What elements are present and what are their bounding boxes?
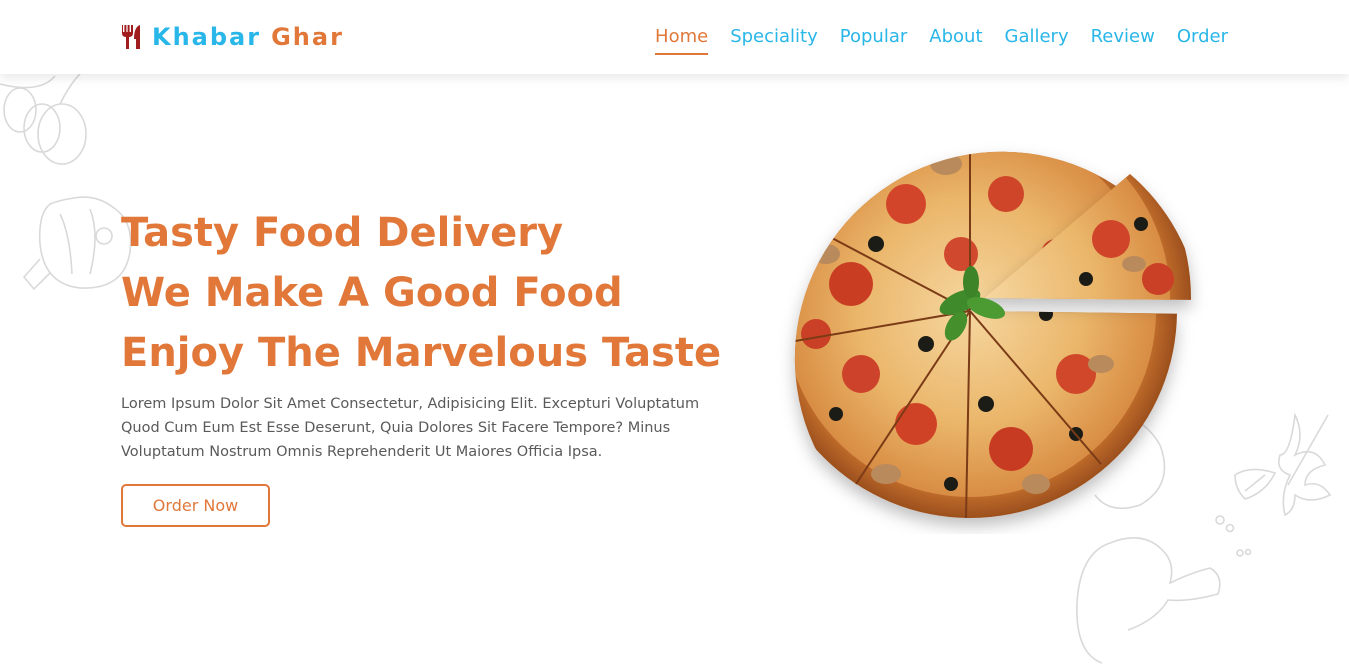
nav-gallery[interactable]: Gallery [1005,24,1069,55]
brand-name-first: Khabar [152,23,262,51]
main-nav: Home Speciality Popular About Gallery Re… [633,24,1228,55]
hero-heading-line-2: We Make A Good Food [121,270,623,316]
nav-about[interactable]: About [929,24,982,55]
brand-logo[interactable]: Khabar Ghar [120,20,344,54]
nav-review[interactable]: Review [1091,24,1155,55]
hero-heading-line-3: Enjoy The Marvelous Taste [121,330,722,376]
order-now-button[interactable]: Order Now [121,484,270,527]
site-header: Khabar Ghar Home Speciality Popular Abou… [0,0,1349,74]
nav-speciality[interactable]: Speciality [730,24,818,55]
hero-heading-line-1: Tasty Food Delivery [121,210,564,256]
hero-description: Lorem Ipsum Dolor Sit Amet Consectetur, … [121,396,700,460]
nav-order[interactable]: Order [1177,24,1228,55]
nav-home[interactable]: Home [655,24,709,55]
brand-name-second: Ghar [271,23,344,51]
pizza-image [794,151,1191,519]
utensils-icon [120,24,143,50]
nav-popular[interactable]: Popular [840,24,908,55]
hero-heading: Tasty Food Delivery We Make A Good Food … [121,203,721,383]
